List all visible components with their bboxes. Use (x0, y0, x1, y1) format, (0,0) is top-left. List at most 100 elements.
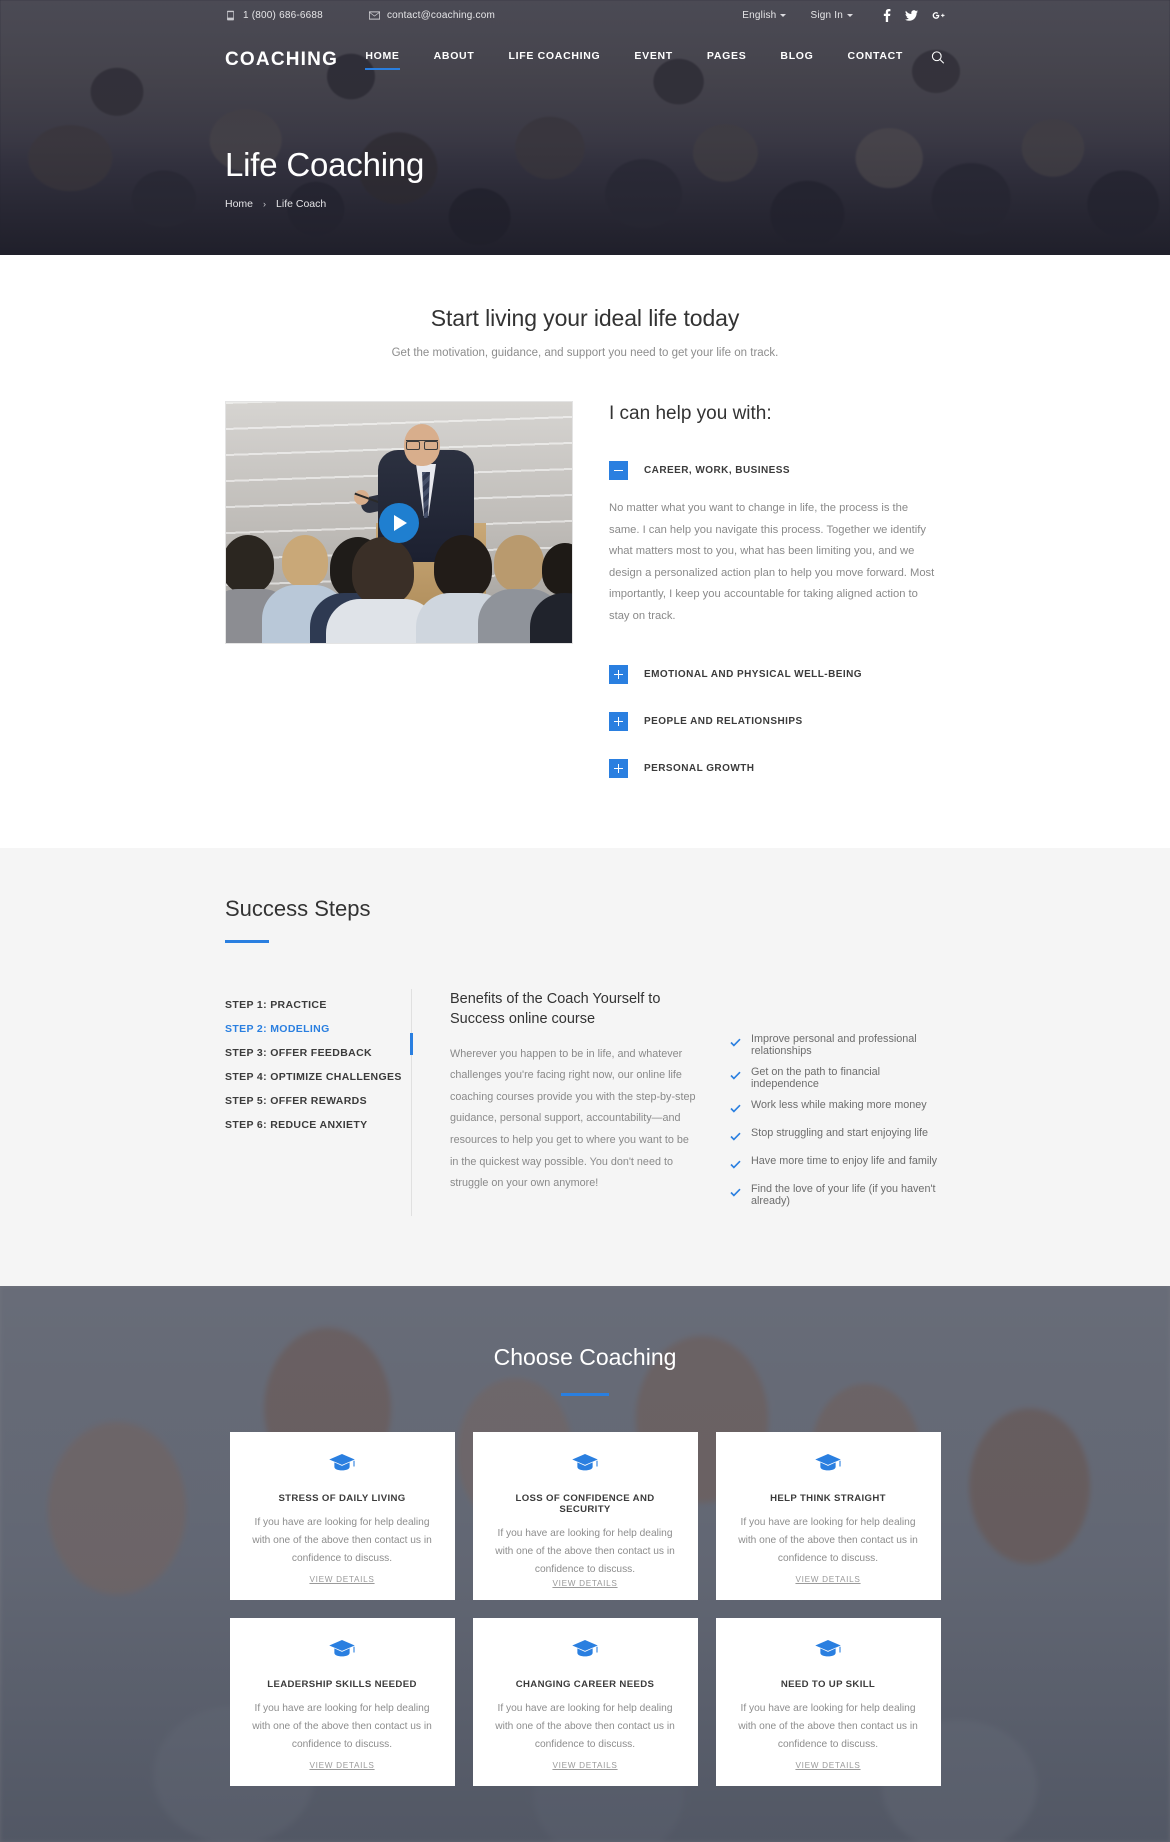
ideal-life-content-row: I can help you with: CAREER, WORK, BUSIN… (225, 401, 945, 786)
nav-item-pages[interactable]: PAGES (707, 50, 746, 70)
choose-coaching-section: Choose Coaching STRESS OF DAILY LIVING I… (0, 1285, 1170, 1842)
phone-contact[interactable]: 1 (800) 686-6688 (225, 10, 323, 21)
list-item: Stop struggling and start enjoying life (730, 1127, 945, 1146)
graduation-cap-icon (815, 1453, 841, 1479)
language-selector[interactable]: English (742, 9, 787, 21)
list-item: Find the love of your life (if you haven… (730, 1183, 945, 1207)
steps-list: STEP 1: PRACTICE STEP 2: MODELING STEP 3… (225, 989, 411, 1216)
google-plus-icon[interactable] (932, 10, 945, 21)
topbar-contact-group: 1 (800) 686-6688 contact@coaching.com (225, 10, 495, 21)
list-item: Improve personal and professional relati… (730, 1033, 945, 1057)
choose-coaching-heading: Choose Coaching (493, 1343, 677, 1370)
help-accordion-column: I can help you with: CAREER, WORK, BUSIN… (609, 401, 945, 786)
phone-icon (225, 10, 236, 21)
check-icon (730, 1067, 741, 1085)
card-title: NEED TO UP SKILL (780, 1678, 876, 1690)
step-item-3[interactable]: STEP 3: OFFER FEEDBACK (225, 1041, 411, 1065)
nav-item-event[interactable]: EVENT (634, 50, 673, 70)
accordion-label: PERSONAL GROWTH (644, 763, 755, 774)
page-title: Life Coaching (225, 146, 425, 183)
nav-item-home[interactable]: HOME (365, 50, 400, 70)
view-details-link[interactable]: VIEW DETAILS (309, 1575, 374, 1584)
plus-icon[interactable] (609, 759, 628, 778)
help-heading: I can help you with: (609, 403, 772, 424)
card-title: LEADERSHIP SKILLS NEEDED (267, 1678, 417, 1690)
hero-text-block: Life Coaching Home › Life Coach (0, 90, 1170, 210)
check-icon (730, 1184, 741, 1202)
accordion-item-growth: PERSONAL GROWTH (609, 751, 945, 786)
card-help-think-straight[interactable]: HELP THINK STRAIGHT If you have are look… (715, 1431, 941, 1600)
card-loss-of-confidence-and-security[interactable]: LOSS OF CONFIDENCE AND SECURITY If you h… (472, 1431, 698, 1600)
plus-icon[interactable] (609, 712, 628, 731)
accordion: CAREER, WORK, BUSINESS No matter what yo… (609, 453, 945, 786)
checklist-text: Improve personal and professional relati… (751, 1032, 917, 1057)
plus-icon[interactable] (609, 665, 628, 684)
view-details-link[interactable]: VIEW DETAILS (552, 1761, 617, 1770)
list-item: Have more time to enjoy life and family (730, 1155, 945, 1174)
view-details-link[interactable]: VIEW DETAILS (795, 1761, 860, 1770)
chevron-down-icon (780, 14, 787, 17)
ideal-life-section: Start living your ideal life today Get t… (0, 255, 1170, 848)
nav-item-blog[interactable]: BLOG (780, 50, 813, 70)
step-item-1[interactable]: STEP 1: PRACTICE (225, 993, 411, 1017)
step-item-6[interactable]: STEP 6: REDUCE ANXIETY (225, 1113, 411, 1137)
page-root: 1 (800) 686-6688 contact@coaching.com En… (0, 0, 1170, 1842)
step-item-4[interactable]: STEP 4: OPTIMIZE CHALLENGES (225, 1065, 411, 1089)
accordion-header-career[interactable]: CAREER, WORK, BUSINESS (609, 453, 945, 488)
twitter-icon[interactable] (905, 9, 918, 21)
card-changing-career-needs[interactable]: CHANGING CAREER NEEDS If you have are lo… (472, 1617, 698, 1786)
language-label: English (742, 9, 777, 21)
chevron-down-icon (847, 14, 853, 17)
email-address: contact@coaching.com (386, 9, 496, 21)
card-description: If you have are looking for help dealing… (495, 1702, 675, 1750)
view-details-link[interactable]: VIEW DETAILS (795, 1575, 860, 1584)
accordion-header-growth[interactable]: PERSONAL GROWTH (609, 751, 945, 786)
checklist-text: Work less while making more money (751, 1098, 927, 1111)
coaching-cards-grid: STRESS OF DAILY LIVING If you have are l… (225, 1431, 945, 1786)
steps-divider (410, 988, 413, 1216)
email-contact[interactable]: contact@coaching.com (368, 9, 496, 21)
card-title: CHANGING CAREER NEEDS (515, 1678, 655, 1690)
success-steps-section: Success Steps STEP 1: PRACTICE STEP 2: M… (0, 848, 1170, 1286)
check-icon (730, 1156, 741, 1174)
checklist-text: Find the love of your life (if you haven… (751, 1182, 936, 1207)
hero-banner: 1 (800) 686-6688 contact@coaching.com En… (0, 0, 1170, 255)
breadcrumb: Home › Life Coach (225, 198, 945, 210)
view-details-link[interactable]: VIEW DETAILS (552, 1579, 617, 1588)
card-need-to-up-skill[interactable]: NEED TO UP SKILL If you have are looking… (715, 1617, 941, 1786)
breadcrumb-separator-icon: › (263, 199, 267, 209)
checklist-text: Stop struggling and start enjoying life (751, 1126, 929, 1139)
heading-underline (561, 1392, 609, 1396)
social-links (883, 8, 945, 22)
benefits-paragraph: Wherever you happen to be in life, and w… (450, 1047, 696, 1190)
breadcrumb-home[interactable]: Home (225, 198, 253, 210)
nav-links: HOME ABOUT LIFE COACHING EVENT PAGES BLO… (365, 50, 945, 70)
card-leadership-skills-needed[interactable]: LEADERSHIP SKILLS NEEDED If you have are… (229, 1617, 455, 1786)
play-triangle (394, 514, 407, 531)
search-icon[interactable] (931, 51, 945, 70)
graduation-cap-icon (572, 1453, 598, 1479)
card-stress-of-daily-living[interactable]: STRESS OF DAILY LIVING If you have are l… (229, 1431, 455, 1600)
nav-item-life-coaching[interactable]: LIFE COACHING (508, 50, 600, 70)
video-player[interactable] (225, 401, 573, 644)
step-item-2[interactable]: STEP 2: MODELING (225, 1017, 411, 1041)
nav-item-contact[interactable]: CONTACT (848, 50, 903, 70)
check-icon (730, 1100, 741, 1118)
graduation-cap-icon (329, 1639, 355, 1665)
play-icon[interactable] (379, 502, 419, 543)
accordion-header-wellbeing[interactable]: EMOTIONAL AND PHYSICAL WELL-BEING (609, 657, 945, 692)
facebook-icon[interactable] (883, 8, 891, 22)
card-description: If you have are looking for help dealing… (252, 1516, 432, 1564)
view-details-link[interactable]: VIEW DETAILS (309, 1761, 374, 1770)
accordion-header-relationships[interactable]: PEOPLE AND RELATIONSHIPS (609, 704, 945, 739)
top-bar: 1 (800) 686-6688 contact@coaching.com En… (0, 0, 1170, 30)
success-steps-heading: Success Steps (225, 896, 371, 921)
minus-icon[interactable] (609, 461, 628, 480)
accordion-label: EMOTIONAL AND PHYSICAL WELL-BEING (644, 669, 862, 680)
site-logo[interactable]: COACHING (225, 49, 338, 71)
accordion-body-career: No matter what you want to change in lif… (609, 502, 935, 622)
signin-menu[interactable]: Sign In (810, 10, 853, 21)
card-description: If you have are looking for help dealing… (495, 1527, 675, 1575)
nav-item-about[interactable]: ABOUT (434, 50, 475, 70)
step-item-5[interactable]: STEP 5: OFFER REWARDS (225, 1089, 411, 1113)
